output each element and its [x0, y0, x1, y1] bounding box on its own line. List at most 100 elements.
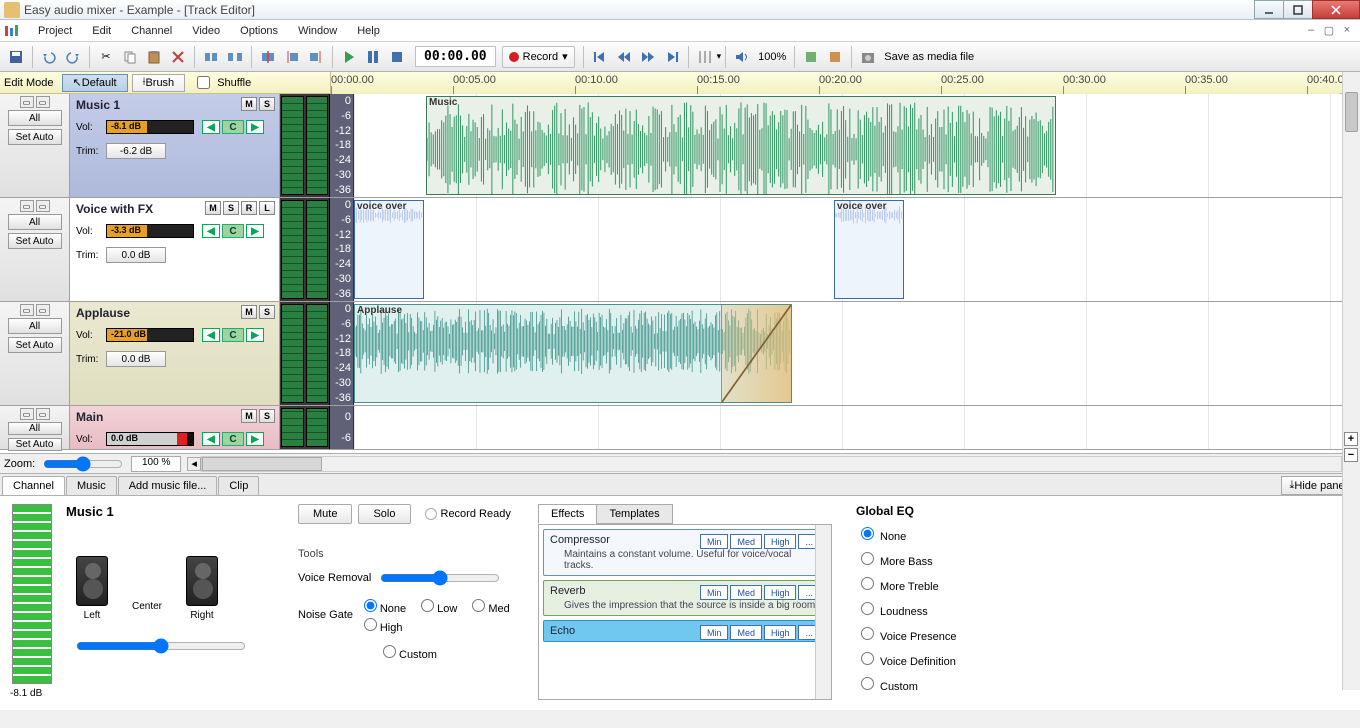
eq-more-treble[interactable]: More Treble — [856, 574, 1344, 593]
vol-meter[interactable]: 0.0 dB — [106, 432, 194, 446]
fx-scrollbar[interactable] — [815, 525, 831, 699]
pan-right[interactable]: ▶ — [246, 432, 264, 446]
trim-left-icon[interactable] — [281, 46, 303, 68]
pan-center[interactable]: C — [222, 432, 244, 446]
mdi-close[interactable]: × — [1338, 24, 1356, 37]
track-s-button[interactable]: S — [259, 409, 275, 423]
mdi-restore[interactable]: ▢ — [1320, 24, 1338, 37]
track-s-button[interactable]: S — [259, 97, 275, 111]
zoom-value[interactable]: 100 % — [131, 456, 181, 472]
pan-left[interactable]: ◀ — [202, 328, 220, 342]
track-collapse[interactable]: ▭ — [20, 408, 34, 420]
track-setauto-button[interactable]: Set Auto — [8, 129, 62, 145]
group-icon[interactable] — [200, 46, 222, 68]
pan-center[interactable]: C — [222, 328, 244, 342]
menu-window[interactable]: Window — [288, 25, 347, 37]
eq-custom[interactable]: Custom — [856, 674, 1344, 693]
trim-value[interactable]: 0.0 dB — [106, 247, 166, 263]
track-setauto-button[interactable]: Set Auto — [8, 337, 62, 353]
menu-channel[interactable]: Channel — [121, 25, 182, 37]
close-button[interactable] — [1312, 0, 1360, 19]
maximize-button[interactable] — [1283, 0, 1313, 19]
eq-voice-presence[interactable]: Voice Presence — [856, 624, 1344, 643]
menu-help[interactable]: Help — [347, 25, 390, 37]
track-collapse[interactable]: ▭ — [20, 96, 34, 108]
minimize-button[interactable] — [1254, 0, 1284, 19]
record-ready[interactable]: Record Ready — [425, 504, 511, 524]
split-icon[interactable] — [257, 46, 279, 68]
voice-removal-slider[interactable] — [380, 570, 500, 586]
fx-tab-effects[interactable]: Effects — [538, 504, 597, 524]
scroll-left-button[interactable]: ◂ — [187, 457, 201, 471]
track-s-button[interactable]: S — [223, 201, 239, 215]
play-icon[interactable] — [338, 46, 360, 68]
track-expand[interactable]: ▭ — [36, 96, 50, 108]
clip[interactable]: Music — [426, 96, 1056, 195]
fx-level-med[interactable]: Med — [730, 585, 762, 600]
menu-options[interactable]: Options — [230, 25, 288, 37]
tab-add-music-file-[interactable]: Add music file... — [118, 476, 218, 495]
default-mode-button[interactable]: ↖ Default — [62, 74, 128, 92]
vol-meter[interactable]: -21.0 dB — [106, 328, 194, 342]
tab-channel[interactable]: Channel — [2, 476, 65, 495]
marker-orange-icon[interactable] — [824, 46, 846, 68]
clip[interactable]: voice over — [834, 200, 904, 299]
clip[interactable]: voice over — [354, 200, 424, 299]
skip-start-icon[interactable] — [589, 46, 611, 68]
pan-center[interactable]: C — [222, 120, 244, 134]
fx-tab-templates[interactable]: Templates — [596, 504, 672, 524]
track-m-button[interactable]: M — [241, 97, 257, 111]
track-m-button[interactable]: M — [241, 305, 257, 319]
fx-level-med[interactable]: Med — [730, 534, 762, 549]
track-all-button[interactable]: All — [8, 318, 62, 334]
ng-custom[interactable] — [383, 645, 396, 658]
delete-icon[interactable] — [167, 46, 189, 68]
pan-right[interactable]: ▶ — [246, 224, 264, 238]
vol-meter[interactable]: -8.1 dB — [106, 120, 194, 134]
eq-voice-definition[interactable]: Voice Definition — [856, 649, 1344, 668]
tab-music[interactable]: Music — [66, 476, 117, 495]
trim-value[interactable]: -6.2 dB — [106, 143, 166, 159]
pan-left[interactable]: ◀ — [202, 120, 220, 134]
vol-meter[interactable]: -3.3 dB — [106, 224, 194, 238]
track-canvas[interactable]: Music — [354, 94, 1360, 197]
clip[interactable]: Applause — [354, 304, 792, 403]
zoom-out-button[interactable]: − — [1344, 448, 1358, 462]
pause-icon[interactable] — [362, 46, 384, 68]
track-expand[interactable]: ▭ — [36, 408, 50, 420]
brush-mode-button[interactable]: ⟊ Brush — [132, 74, 186, 92]
fx-level-min[interactable]: Min — [700, 625, 729, 640]
eq-none[interactable]: None — [856, 524, 1344, 543]
ungroup-icon[interactable] — [224, 46, 246, 68]
track-expand[interactable]: ▭ — [36, 304, 50, 316]
paste-icon[interactable] — [143, 46, 165, 68]
pan-left[interactable]: ◀ — [202, 432, 220, 446]
menu-edit[interactable]: Edit — [82, 25, 121, 37]
timeline-ruler[interactable]: 00:00.0000:05.0000:10.0000:15.0000:20.00… — [330, 72, 1340, 94]
trim-right-icon[interactable] — [305, 46, 327, 68]
eq-loudness[interactable]: Loudness — [856, 599, 1344, 618]
zoom-in-button[interactable]: + — [1344, 432, 1358, 446]
track-collapse[interactable]: ▭ — [20, 200, 34, 212]
horizontal-scrollbar[interactable] — [201, 456, 1342, 472]
forward-icon[interactable] — [637, 46, 659, 68]
marker-green-icon[interactable] — [800, 46, 822, 68]
track-canvas[interactable]: Applause — [354, 302, 1360, 405]
ng-low[interactable] — [421, 599, 434, 612]
zoom-slider[interactable] — [43, 456, 123, 472]
track-setauto-button[interactable]: Set Auto — [8, 438, 62, 451]
fx-level-high[interactable]: High — [764, 625, 797, 640]
pan-left[interactable]: ◀ — [202, 224, 220, 238]
track-expand[interactable]: ▭ — [36, 200, 50, 212]
fx-level-min[interactable]: Min — [700, 534, 729, 549]
track-m-button[interactable]: M — [205, 201, 221, 215]
fx-level-med[interactable]: Med — [730, 625, 762, 640]
stop-icon[interactable] — [386, 46, 408, 68]
tab-clip[interactable]: Clip — [218, 476, 259, 495]
pan-right[interactable]: ▶ — [246, 328, 264, 342]
rewind-icon[interactable] — [613, 46, 635, 68]
pan-right[interactable]: ▶ — [246, 120, 264, 134]
mdi-minimize[interactable]: – — [1302, 24, 1320, 37]
track-l-button[interactable]: L — [259, 201, 275, 215]
track-r-button[interactable]: R — [241, 201, 257, 215]
